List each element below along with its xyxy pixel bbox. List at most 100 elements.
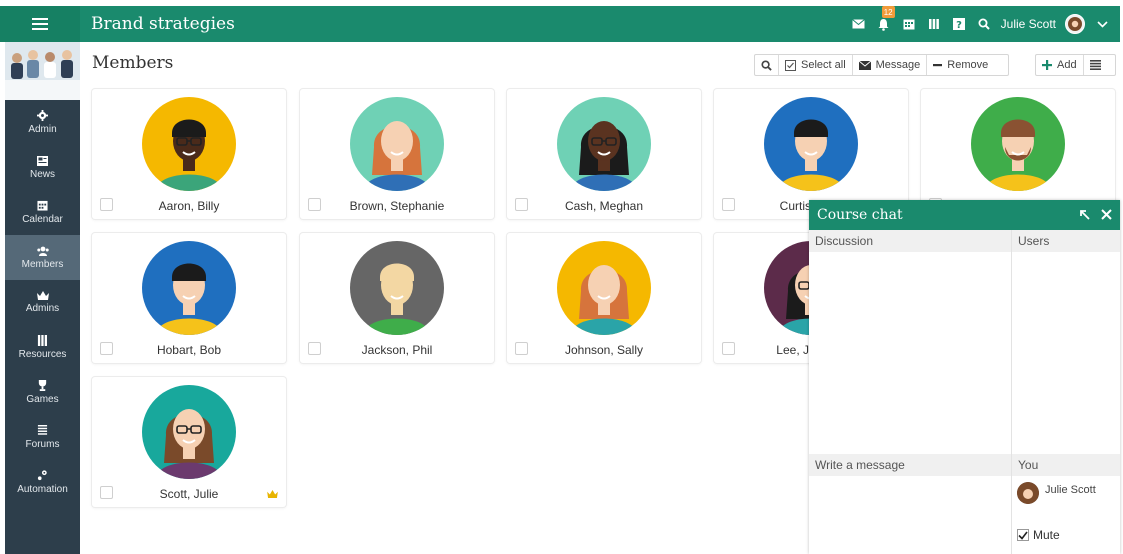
discussion-header: Discussion xyxy=(809,230,1011,252)
sidebar-item-label: Admin xyxy=(28,124,57,135)
member-name[interactable]: Cash, Meghan xyxy=(507,199,701,213)
write-message-header: Write a message xyxy=(809,454,1011,476)
avatar xyxy=(1017,482,1039,504)
member-card[interactable]: Cash, Meghan xyxy=(507,89,701,219)
crown-icon xyxy=(36,291,49,300)
search-button[interactable] xyxy=(755,55,779,75)
sidebar-item-label: Admins xyxy=(25,303,60,314)
menu-button[interactable] xyxy=(0,6,80,42)
member-name[interactable]: Jackson, Phil xyxy=(300,343,494,357)
sidebar-item-resources[interactable]: Resources xyxy=(5,325,80,370)
minus-icon xyxy=(933,63,943,66)
mail-icon[interactable] xyxy=(851,16,867,32)
notification-badge: 12 xyxy=(881,6,895,18)
sidebar-item-automation[interactable]: Automation xyxy=(5,460,80,505)
message-label: Message xyxy=(875,59,921,71)
sidebar-item-label: News xyxy=(29,168,55,180)
users-header: Users xyxy=(1012,230,1120,252)
expand-icon[interactable] xyxy=(1079,209,1091,221)
calendar-icon[interactable] xyxy=(901,16,917,32)
list-icon xyxy=(1089,60,1101,70)
sidebar-item-admin[interactable]: Admin xyxy=(5,100,80,145)
select-all-button[interactable]: Select all xyxy=(779,55,853,75)
remove-button[interactable]: Remove xyxy=(927,55,994,75)
member-avatar[interactable] xyxy=(764,97,858,191)
sidebar-item-games[interactable]: Games xyxy=(5,370,80,415)
column-divider xyxy=(1011,230,1012,554)
sidebar: Admin News Calendar Members Admins Resources G… xyxy=(5,42,80,554)
member-avatar[interactable] xyxy=(350,241,444,335)
svg-text:?: ? xyxy=(956,20,962,30)
member-card[interactable]: Scott, Julie xyxy=(92,377,286,507)
books-icon[interactable] xyxy=(926,16,942,32)
member-name[interactable]: Aaron, Billy xyxy=(92,199,286,213)
member-name[interactable]: Johnson, Sally xyxy=(507,343,701,357)
sidebar-item-label: Resources xyxy=(18,349,67,360)
member-name[interactable]: Hobart, Bob xyxy=(92,343,286,357)
member-avatar[interactable] xyxy=(142,385,236,479)
search-icon xyxy=(761,59,772,71)
member-avatar[interactable] xyxy=(557,241,651,335)
add-label: Add xyxy=(1057,59,1077,71)
group-photo xyxy=(5,42,80,100)
page-title: Members xyxy=(92,53,174,73)
news-icon xyxy=(37,155,48,166)
top-bar: Brand strategies 12 ? Julie Scott xyxy=(0,6,1120,42)
sidebar-item-calendar[interactable]: Calendar xyxy=(5,190,80,235)
automation-icon xyxy=(37,470,48,481)
user-avatar[interactable] xyxy=(1065,14,1085,34)
chevron-down-icon[interactable] xyxy=(1094,16,1110,32)
you-header: You xyxy=(1012,454,1120,476)
notifications-icon[interactable]: 12 xyxy=(876,6,895,32)
crown-icon xyxy=(267,487,278,501)
message-button[interactable]: Message xyxy=(853,55,928,75)
message-input[interactable] xyxy=(809,476,1011,554)
sidebar-item-label: Games xyxy=(26,394,59,405)
sidebar-item-admins[interactable]: Admins xyxy=(5,280,80,325)
calendar-icon xyxy=(37,200,48,211)
hamburger-icon xyxy=(32,18,48,30)
sidebar-item-label: Forums xyxy=(25,439,60,450)
users-list xyxy=(1012,252,1120,454)
course-chat-panel: Course chat Discussion Users Write a mes… xyxy=(809,200,1120,554)
current-user-name: Julie Scott xyxy=(1045,484,1096,496)
member-avatar[interactable] xyxy=(557,97,651,191)
add-button[interactable]: Add xyxy=(1036,55,1084,75)
remove-label: Remove xyxy=(947,59,989,71)
checkbox-icon xyxy=(785,59,796,71)
chat-header: Course chat xyxy=(809,200,1120,230)
trophy-icon xyxy=(37,380,48,391)
member-avatar[interactable] xyxy=(142,97,236,191)
mute-checkbox[interactable] xyxy=(1017,529,1029,541)
plus-icon xyxy=(1042,60,1052,70)
member-card[interactable]: Aaron, Billy xyxy=(92,89,286,219)
sidebar-item-label: Calendar xyxy=(22,214,63,225)
chat-title: Course chat xyxy=(817,207,903,223)
app-title: Brand strategies xyxy=(91,14,235,34)
member-avatar[interactable] xyxy=(971,97,1065,191)
sidebar-item-label: Automation xyxy=(17,484,68,495)
member-card[interactable]: Brown, Stephanie xyxy=(300,89,494,219)
books-icon xyxy=(37,335,48,346)
search-icon[interactable] xyxy=(976,16,992,32)
member-toolbar: Select all Message Remove xyxy=(754,54,1009,76)
member-name[interactable]: Brown, Stephanie xyxy=(300,199,494,213)
sidebar-item-forums[interactable]: Forums xyxy=(5,415,80,460)
member-card[interactable]: Jackson, Phil xyxy=(300,233,494,363)
close-icon[interactable] xyxy=(1101,209,1112,221)
mute-label: Mute xyxy=(1033,528,1060,542)
select-all-label: Select all xyxy=(801,59,846,71)
member-avatar[interactable] xyxy=(142,241,236,335)
member-avatar[interactable] xyxy=(350,97,444,191)
add-toolbar: Add xyxy=(1035,54,1116,76)
sidebar-item-news[interactable]: News xyxy=(5,145,80,190)
help-icon[interactable]: ? xyxy=(951,16,967,32)
member-card[interactable]: Hobart, Bob xyxy=(92,233,286,363)
list-view-button[interactable] xyxy=(1084,55,1107,75)
member-name[interactable]: Scott, Julie xyxy=(92,487,286,501)
user-name[interactable]: Julie Scott xyxy=(1001,17,1056,31)
discussion-area xyxy=(809,252,1011,454)
member-card[interactable]: Johnson, Sally xyxy=(507,233,701,363)
mute-toggle[interactable]: Mute xyxy=(1017,528,1060,542)
sidebar-item-members[interactable]: Members xyxy=(5,235,80,280)
